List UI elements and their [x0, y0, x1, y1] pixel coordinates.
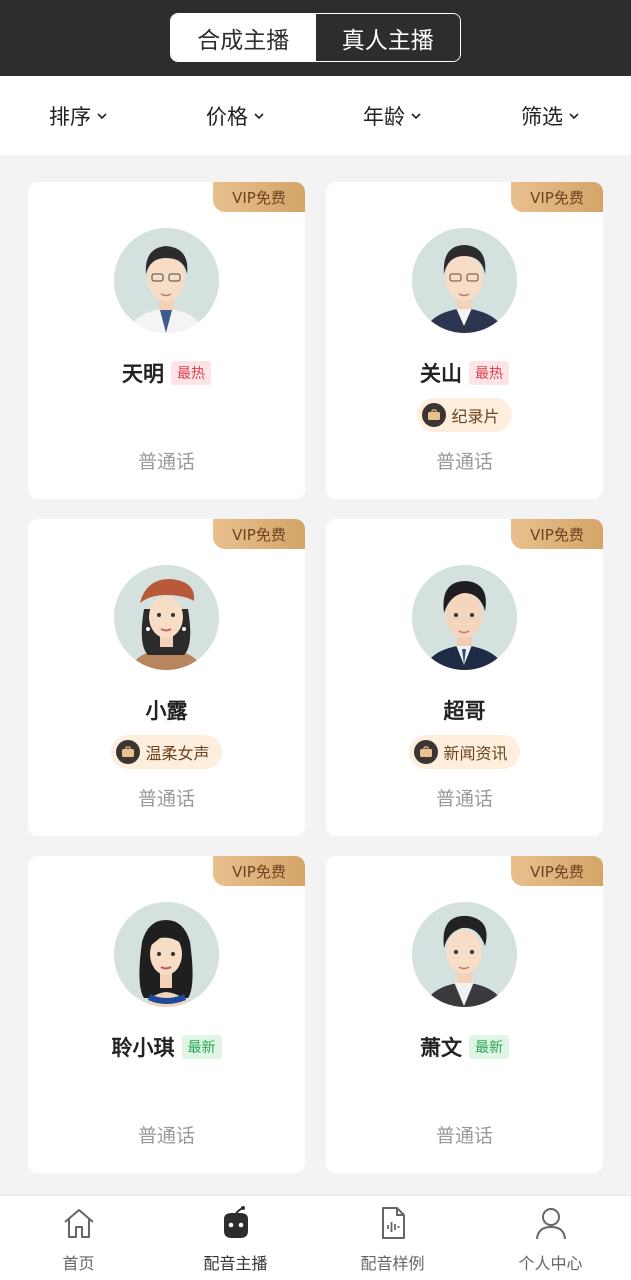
male-jacket-portrait-icon	[412, 902, 517, 1007]
nav-label: 配音主播	[203, 1254, 268, 1273]
chevron-down-icon	[411, 113, 421, 120]
nav-label: 个人中心	[518, 1254, 583, 1273]
filter-label: 筛选	[521, 105, 563, 129]
anchor-card[interactable]: VIP免费 关山 最热 纪录片 普通话	[326, 182, 603, 499]
language-label: 普通话	[435, 1125, 493, 1147]
top-header: 合成主播 真人主播	[0, 0, 631, 76]
chevron-down-icon	[97, 113, 107, 120]
avatar	[114, 228, 219, 333]
language-label: 普通话	[137, 788, 195, 810]
anchor-card[interactable]: VIP免费 萧文 最新 普通话	[326, 856, 603, 1173]
vip-free-badge: VIP免费	[213, 519, 305, 549]
nav-label: 首页	[62, 1254, 95, 1273]
tab-synthetic-anchor[interactable]: 合成主播	[171, 14, 316, 61]
avatar	[412, 565, 517, 670]
nav-profile[interactable]: 个人中心	[472, 1196, 629, 1280]
male-suit-portrait-icon	[412, 565, 517, 670]
tag-label: 温柔女声	[145, 744, 210, 763]
filter-bar: 排序 价格 年龄 筛选	[0, 76, 631, 155]
briefcase-icon	[116, 740, 141, 764]
style-tag: 纪录片	[417, 398, 512, 432]
anchor-name: 关山	[420, 362, 462, 386]
avatar	[114, 565, 219, 670]
anchor-card[interactable]: VIP免费 聆小琪 最新 普通话	[28, 856, 305, 1173]
hot-badge: 最热	[469, 361, 509, 385]
language-label: 普通话	[435, 788, 493, 810]
female-beret-portrait-icon	[114, 565, 219, 670]
anchor-type-switch: 合成主播 真人主播	[170, 13, 461, 62]
audio-file-icon	[382, 1207, 405, 1239]
anchor-name: 聆小琪	[111, 1036, 175, 1060]
hot-badge: 最热	[171, 361, 211, 385]
male-glasses-portrait-icon	[114, 228, 219, 333]
male-glasses-suit-portrait-icon	[412, 228, 517, 333]
nav-voice-samples[interactable]: 配音样例	[314, 1196, 471, 1280]
female-longhair-portrait-icon	[114, 902, 219, 1007]
user-icon	[536, 1208, 566, 1240]
briefcase-icon	[422, 403, 447, 427]
vip-free-badge: VIP免费	[213, 856, 305, 886]
anchor-card[interactable]: VIP免费 超哥 新闻资讯 普通话	[326, 519, 603, 836]
filter-label: 价格	[206, 105, 248, 129]
language-label: 普通话	[137, 1125, 195, 1147]
briefcase-icon	[414, 740, 439, 764]
avatar	[114, 902, 219, 1007]
style-tag: 新闻资讯	[409, 735, 520, 769]
nav-voice-anchor[interactable]: 配音主播	[157, 1196, 314, 1280]
vip-free-badge: VIP免费	[511, 856, 603, 886]
language-label: 普通话	[137, 451, 195, 473]
price-filter[interactable]: 价格	[206, 102, 265, 130]
chevron-down-icon	[569, 113, 579, 120]
anchor-name: 天明	[122, 362, 164, 386]
new-badge: 最新	[181, 1035, 222, 1059]
anchor-name: 萧文	[420, 1036, 462, 1060]
age-filter[interactable]: 年龄	[363, 102, 422, 130]
home-icon	[64, 1209, 94, 1238]
bottom-nav: 首页 配音主播 配音样例 个人中心	[0, 1195, 631, 1280]
avatar	[412, 228, 517, 333]
anchor-card[interactable]: VIP免费 小露 温柔女声 普通话	[28, 519, 305, 836]
anchor-name: 超哥	[443, 699, 486, 723]
tag-label: 纪录片	[451, 407, 500, 426]
anchor-name: 小露	[145, 699, 188, 723]
sort-filter[interactable]: 排序	[49, 102, 108, 130]
tab-real-anchor[interactable]: 真人主播	[315, 14, 460, 61]
anchor-card[interactable]: VIP免费 天明 最热 普通话	[28, 182, 305, 499]
tag-label: 新闻资讯	[443, 744, 508, 763]
robot-icon	[224, 1206, 248, 1238]
new-badge: 最新	[469, 1035, 509, 1059]
language-label: 普通话	[435, 451, 493, 473]
screen-filter[interactable]: 筛选	[521, 102, 580, 130]
nav-label: 配音样例	[360, 1254, 425, 1273]
vip-free-badge: VIP免费	[511, 519, 603, 549]
avatar	[412, 902, 517, 1007]
filter-label: 排序	[49, 105, 91, 129]
style-tag: 温柔女声	[111, 735, 222, 769]
vip-free-badge: VIP免费	[511, 182, 603, 212]
filter-label: 年龄	[363, 105, 405, 129]
nav-home[interactable]: 首页	[0, 1196, 157, 1280]
vip-free-badge: VIP免费	[213, 182, 305, 212]
chevron-down-icon	[254, 113, 264, 120]
